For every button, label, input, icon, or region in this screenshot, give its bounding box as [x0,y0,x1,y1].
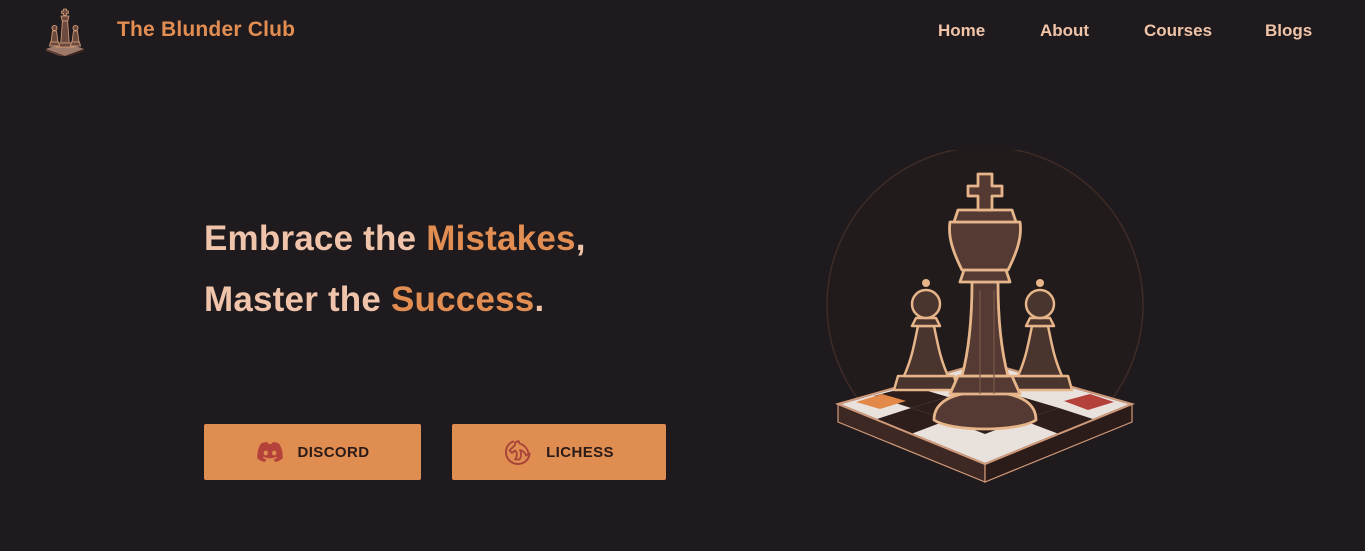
page: The Blunder Club Home About Courses Blog… [0,0,1365,551]
nav-courses-link[interactable]: Courses [1144,21,1212,41]
lichess-button[interactable]: LICHESS [452,424,666,480]
chess-pieces-logo-icon[interactable] [42,6,88,56]
headline-accent-mistakes: Mistakes [426,219,576,258]
headline-text: Embrace the [204,219,427,258]
discord-icon [256,442,283,462]
headline-text: , [575,219,586,258]
discord-button[interactable]: DISCORD [204,424,421,480]
nav-blogs-link[interactable]: Blogs [1265,21,1312,41]
headline-accent-success: Success [390,280,535,319]
chess-king-and-pawns-on-board-illustration [826,150,1144,483]
brand-name[interactable]: The Blunder Club [117,18,295,42]
headline-text: . [534,280,545,319]
headline-text: Master the [204,280,391,319]
nav-home-link[interactable]: Home [938,21,985,41]
discord-button-label: DISCORD [297,443,370,461]
nav-about-link[interactable]: About [1040,21,1089,41]
lichess-button-label: LICHESS [546,443,614,461]
hero-headline-line2: Master the Success. [204,280,544,320]
hero-headline-line1: Embrace the Mistakes, [204,219,586,259]
lichess-knight-icon [505,440,531,466]
